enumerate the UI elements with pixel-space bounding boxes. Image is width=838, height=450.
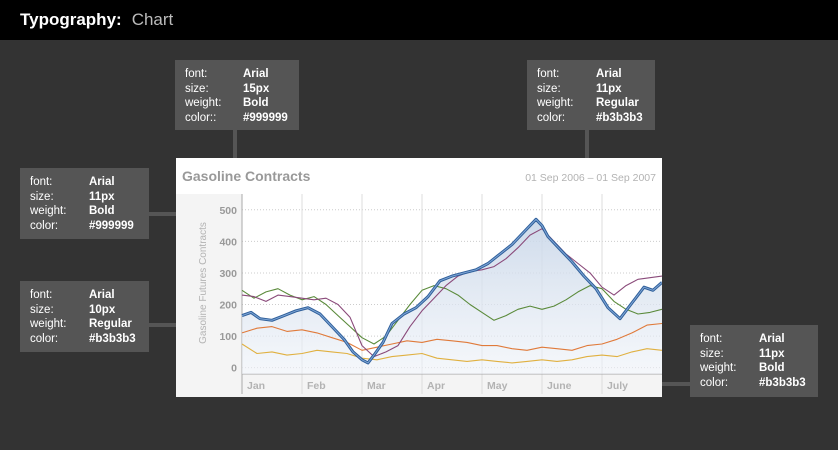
spec-value: Bold [759,362,785,374]
spec-value: #b3b3b3 [759,376,806,389]
spec-value: Bold [89,205,115,217]
y-tick-label: 500 [219,205,237,217]
spec-value: Regular [596,97,639,109]
spec-key: color:: [185,111,217,124]
spec-value: #999999 [89,219,134,232]
spec-key: size: [537,82,561,95]
chart-title: Gasoline Contracts [182,168,311,184]
spec-value: Arial [759,333,785,345]
spec-key: weight: [700,362,737,374]
spec-key: size: [185,82,209,95]
spec-key: size: [700,347,724,360]
ytick-spec-box: font: Arial size: 11px weight: Bold color: #… [20,168,149,239]
spec-key: color: [537,111,566,124]
spec-value: 15px [243,82,270,95]
spec-value: Regular [89,318,132,330]
spec-value: #b3b3b3 [596,111,643,124]
x-tick-label: Apr [427,380,445,392]
spec-value: 11px [759,347,785,360]
spec-key: font: [700,333,723,345]
spec-key: weight: [537,97,574,109]
y-tick-label: 300 [219,268,237,280]
chart-date-range: 01 Sep 2006 – 01 Sep 2007 [525,172,656,184]
spec-key: color: [700,376,729,389]
spec-key: color: [30,332,59,345]
spec-value: Bold [243,97,269,109]
spec-key: weight: [30,205,67,217]
y-tick-label: 0 [231,363,237,375]
page-subtitle: Chart [131,10,174,29]
spec-value: 11px [89,190,115,203]
page-title: Typography: [20,10,122,29]
x-tick-label: May [487,380,508,392]
spec-key: size: [30,190,54,203]
spec-value: #999999 [243,111,288,124]
spec-key: size: [30,303,54,316]
y-tick-label: 100 [219,331,237,343]
y-tick-label: 400 [219,236,237,248]
x-tick-label: Mar [367,380,386,392]
spec-key: font: [30,289,53,301]
x-tick-label: Jan [247,380,265,392]
spec-value: #b3b3b3 [89,332,136,345]
chart-panel: Gasoline Contracts 01 Sep 2006 – 01 Sep … [176,158,663,397]
xtick-spec-box: font: Arial size: 11px weight: Bold color: #… [690,325,818,397]
ylabel-spec-box: font: Arial size: 10px weight: Regular colo… [20,281,149,352]
spec-value: Arial [596,68,622,80]
x-tick-label: June [547,380,572,392]
spec-key: font: [185,68,208,80]
spec-value: Arial [89,289,115,301]
spec-key: font: [537,68,560,80]
spec-value: Arial [243,68,269,80]
x-tick-label: July [607,380,628,392]
date-spec-box: font: Arial size: 11px weight: Regular colo… [527,60,655,130]
spec-key: weight: [30,318,67,330]
title-spec-box: font: Arial size: 15px weight: Bold color::… [175,60,299,130]
spec-key: weight: [185,97,222,109]
x-tick-label: Feb [307,380,326,392]
page-header: Typography: Chart [0,0,838,40]
y-tick-label: 200 [219,300,237,312]
spec-key: font: [30,176,53,188]
series-area [242,219,662,374]
y-axis-label: Gasoline Futures Contracts [198,222,209,344]
spec-value: 10px [89,303,116,316]
spec-key: color: [30,219,59,232]
spec-value: Arial [89,176,115,188]
spec-value: 11px [596,82,622,95]
chart-svg: Gasoline Contracts 01 Sep 2006 – 01 Sep … [176,168,663,397]
